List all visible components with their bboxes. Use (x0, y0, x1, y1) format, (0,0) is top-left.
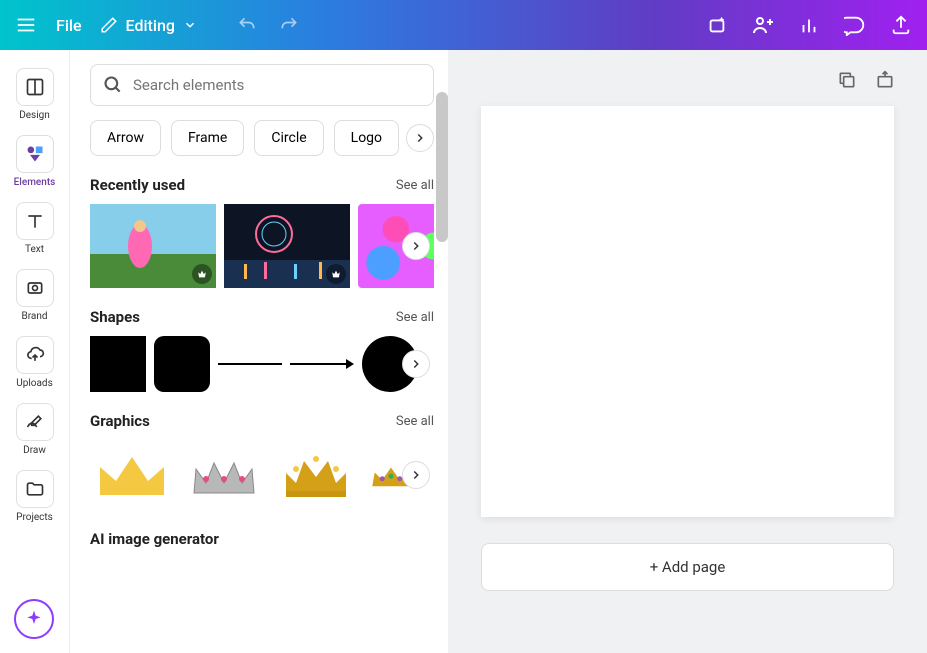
draw-icon (25, 412, 45, 432)
search-input[interactable] (133, 76, 421, 94)
graphics-seeall[interactable]: See all (396, 414, 434, 429)
sparkle-icon (24, 609, 44, 629)
export-icon[interactable] (889, 13, 913, 37)
recently-used-seeall[interactable]: See all (396, 178, 434, 193)
text-icon (25, 211, 45, 231)
menu-icon[interactable] (14, 13, 38, 37)
cloud-upload-icon (25, 345, 45, 365)
editing-label: Editing (126, 16, 175, 35)
toolrail-text[interactable]: Text (5, 198, 65, 259)
toolrail-uploads[interactable]: Uploads (5, 332, 65, 393)
graphic-crown-flat[interactable] (90, 440, 174, 510)
chevron-right-icon (409, 468, 423, 482)
analytics-icon[interactable] (797, 13, 821, 37)
recent-item[interactable] (224, 204, 350, 288)
folder-icon (25, 479, 45, 499)
shapes-icon (25, 144, 45, 164)
shape-arrow[interactable] (290, 336, 354, 392)
toolrail-label: Draw (23, 445, 46, 456)
shape-rounded-square[interactable] (154, 336, 210, 392)
comment-icon[interactable] (843, 13, 867, 37)
file-menu[interactable]: File (56, 16, 82, 35)
toolrail-label: Design (19, 110, 50, 121)
premium-badge-icon (326, 264, 346, 284)
chips-next-button[interactable] (406, 124, 434, 152)
toolrail-label: Elements (14, 177, 56, 188)
crown-icon (184, 447, 264, 503)
editing-mode-dropdown[interactable]: Editing (100, 16, 197, 35)
crown-icon (92, 447, 172, 503)
ai-assistant-button[interactable] (14, 599, 54, 639)
category-chips: Arrow Frame Circle Logo (90, 120, 434, 156)
recent-next-button[interactable] (402, 232, 430, 260)
chevron-down-icon (183, 18, 197, 32)
top-navbar: File Editing (0, 0, 927, 50)
toolrail-draw[interactable]: Draw (5, 399, 65, 460)
shapes-title: Shapes (90, 308, 140, 326)
search-icon (103, 75, 123, 95)
shapes-next-button[interactable] (402, 350, 430, 378)
toolrail-label: Projects (16, 512, 53, 523)
design-canvas[interactable] (481, 106, 894, 517)
search-box[interactable] (90, 64, 434, 106)
sparkle-icon[interactable] (705, 13, 729, 37)
brand-icon (25, 278, 45, 298)
chevron-right-icon (409, 357, 423, 371)
recently-used-title: Recently used (90, 176, 185, 194)
toolrail-projects[interactable]: Projects (5, 466, 65, 527)
layout-icon (25, 77, 45, 97)
crown-icon (276, 447, 356, 503)
toolrail-label: Uploads (16, 378, 52, 389)
shapes-seeall[interactable]: See all (396, 310, 434, 325)
share-people-icon[interactable] (751, 13, 775, 37)
chevron-right-icon (413, 131, 427, 145)
redo-button[interactable] (277, 13, 301, 37)
chevron-right-icon (409, 239, 423, 253)
premium-badge-icon (192, 264, 212, 284)
scrollbar-thumb[interactable] (436, 92, 448, 242)
duplicate-page-button[interactable] (837, 70, 859, 92)
side-toolrail: Design Elements Text Brand Uploads Draw … (0, 50, 70, 653)
chip-arrow[interactable]: Arrow (90, 120, 161, 156)
add-page-button[interactable]: + Add page (481, 543, 894, 591)
toolrail-design[interactable]: Design (5, 64, 65, 125)
graphic-crown-silver[interactable] (182, 440, 266, 510)
toolrail-brand[interactable]: Brand (5, 265, 65, 326)
ai-image-generator-title: AI image generator (90, 530, 219, 548)
expand-page-button[interactable] (875, 70, 897, 92)
graphics-title: Graphics (90, 412, 150, 430)
toolrail-label: Text (25, 244, 44, 255)
pencil-icon (100, 16, 118, 34)
shape-line[interactable] (218, 336, 282, 392)
graphics-next-button[interactable] (402, 461, 430, 489)
elements-panel: Arrow Frame Circle Logo Recently used Se… (70, 50, 448, 653)
graphic-crown-gold[interactable] (274, 440, 358, 510)
recent-item[interactable] (90, 204, 216, 288)
chip-logo[interactable]: Logo (334, 120, 399, 156)
toolrail-elements[interactable]: Elements (5, 131, 65, 192)
shape-square[interactable] (90, 336, 146, 392)
chip-frame[interactable]: Frame (171, 120, 244, 156)
undo-button[interactable] (235, 13, 259, 37)
chip-circle[interactable]: Circle (254, 120, 323, 156)
canvas-area: + Add page (448, 50, 927, 653)
toolrail-label: Brand (21, 311, 47, 322)
